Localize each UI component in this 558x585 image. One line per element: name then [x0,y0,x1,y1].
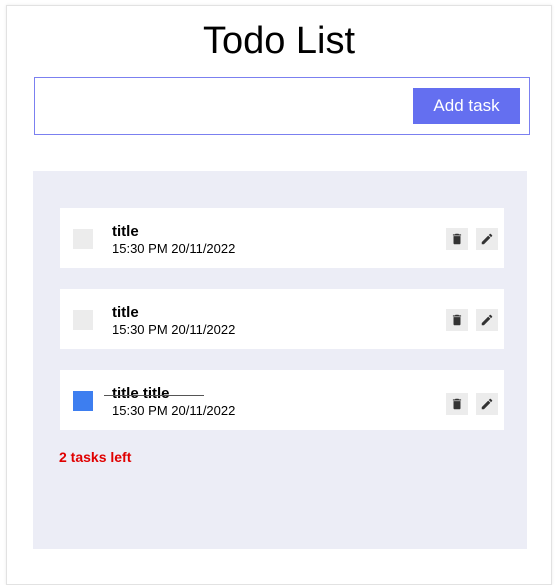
add-task-button[interactable]: Add task [413,88,520,124]
task-title: title [112,223,139,240]
task-item: title 15:30 PM 20/11/2022 [60,208,504,268]
delete-button[interactable] [446,228,468,250]
pencil-icon [481,233,493,245]
task-title: title [112,304,139,321]
edit-button[interactable] [476,393,498,415]
edit-button[interactable] [476,309,498,331]
task-title: title title [112,385,170,402]
task-time: 15:30 PM 20/11/2022 [112,322,236,337]
pencil-icon [481,398,493,410]
delete-button[interactable] [446,393,468,415]
task-list: title 15:30 PM 20/11/2022 title 15:30 PM… [33,171,527,549]
edit-button[interactable] [476,228,498,250]
task-checkbox[interactable] [73,391,93,411]
task-time: 15:30 PM 20/11/2022 [112,403,236,418]
task-item: title 15:30 PM 20/11/2022 [60,289,504,349]
trash-icon [452,314,462,326]
task-time: 15:30 PM 20/11/2022 [112,241,236,256]
task-checkbox[interactable] [73,310,93,330]
task-title-wrap: title title [104,385,235,403]
delete-button[interactable] [446,309,468,331]
strikethrough-line [104,395,204,396]
task-checkbox[interactable] [73,229,93,249]
task-item: title title 15:30 PM 20/11/2022 [60,370,504,430]
tasks-left-counter: 2 tasks left [59,449,132,465]
task-form: Add task [34,77,530,135]
trash-icon [452,233,462,245]
trash-icon [452,398,462,410]
pencil-icon [481,314,493,326]
page-title: Todo List [202,20,356,62]
task-input[interactable] [41,88,405,126]
